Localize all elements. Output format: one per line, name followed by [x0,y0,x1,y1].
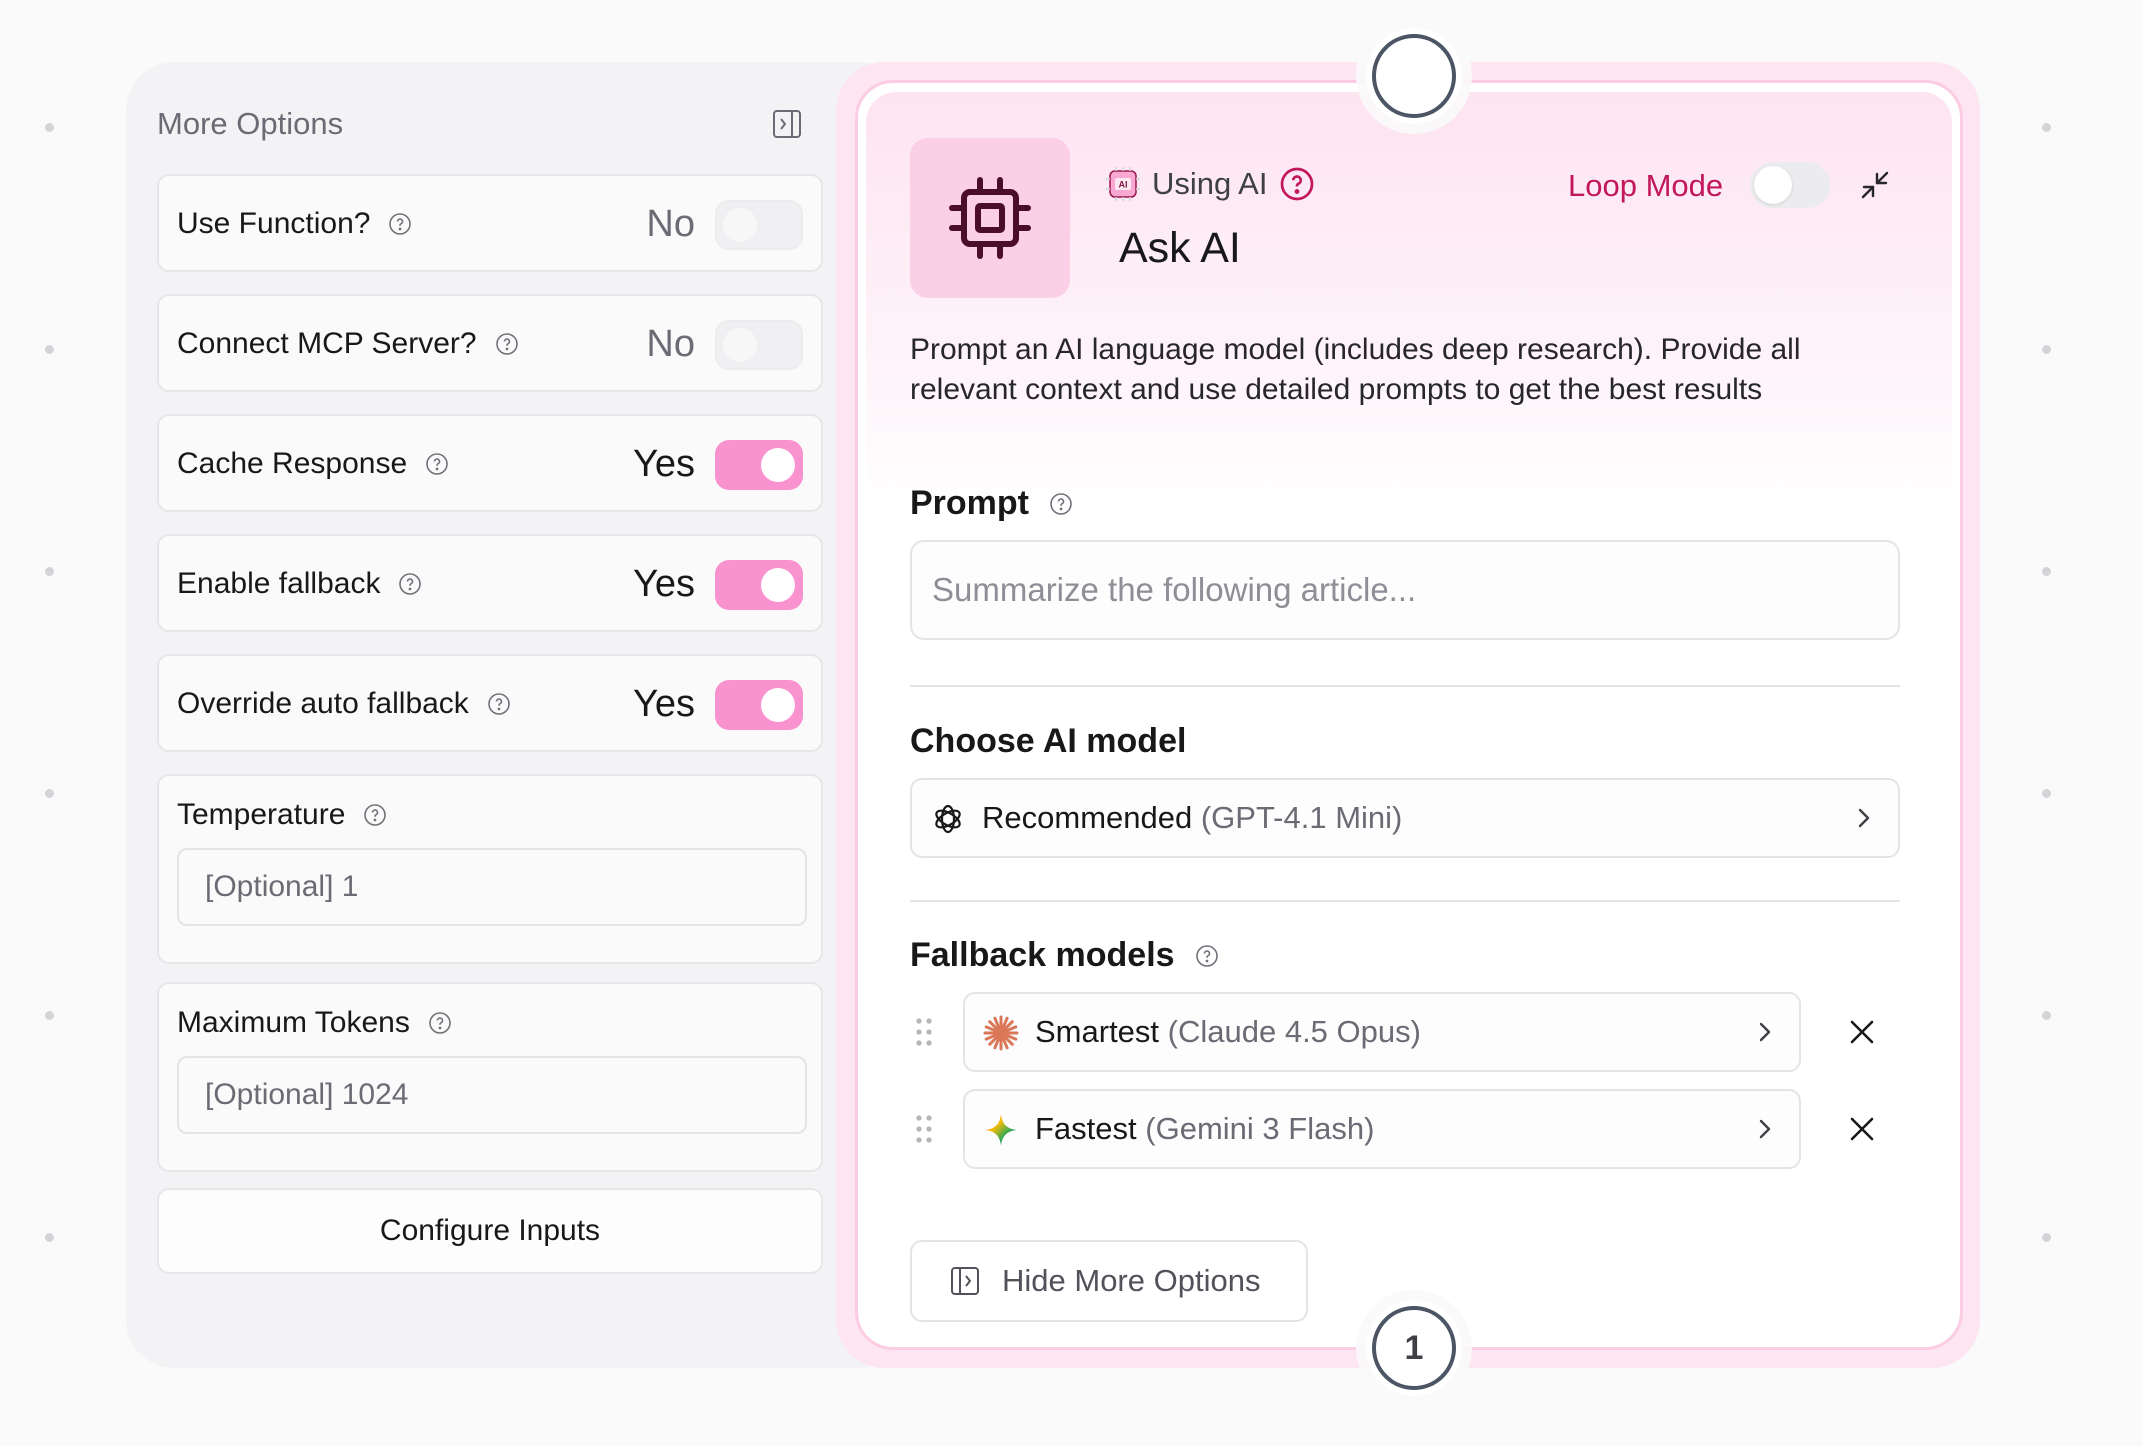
choose-model-label: Choose AI model [910,722,1187,760]
input-connection-handle[interactable] [1366,28,1462,124]
cache-response-row[interactable]: Cache Response Yes [157,414,823,512]
using-ai-row: AI Using AI [1106,166,1315,202]
remove-fallback-icon[interactable] [1846,1113,1878,1145]
enable-fallback-toggle[interactable] [715,560,803,610]
canvas-dot [2042,789,2051,798]
use-function-toggle[interactable] [715,200,803,250]
max-tokens-label: Maximum Tokens [177,1006,410,1039]
connect-mcp-value: No [646,323,695,365]
fallback-models-label: Fallback models [910,936,1175,974]
help-icon[interactable] [428,1011,452,1035]
canvas-dot [2042,1011,2051,1020]
remove-fallback-icon[interactable] [1846,1016,1878,1048]
divider [910,900,1900,902]
connect-mcp-row[interactable]: Connect MCP Server? No [157,294,823,392]
model-name: Recommended [982,800,1193,835]
configure-inputs-button[interactable]: Configure Inputs [157,1188,823,1274]
collapse-panel-icon[interactable] [772,109,802,139]
hide-more-options-button[interactable]: Hide More Options [910,1240,1308,1322]
max-tokens-card: Maximum Tokens [Optional] 1024 [157,982,823,1172]
using-ai-label: Using AI [1152,166,1268,201]
loop-mode-toggle[interactable] [1750,162,1830,208]
svg-text:AI: AI [1119,180,1128,190]
help-icon[interactable] [487,692,511,716]
chevron-right-icon [1759,1022,1771,1042]
prompt-input[interactable]: Summarize the following article... [910,540,1900,640]
max-tokens-input[interactable]: [Optional] 1024 [177,1056,807,1134]
use-function-row[interactable]: Use Function? No [157,174,823,272]
ai-badge-icon: AI [1106,167,1140,201]
canvas-dot [45,567,54,576]
canvas-dot [2042,123,2051,132]
connect-mcp-toggle[interactable] [715,320,803,370]
enable-fallback-label: Enable fallback [177,567,381,600]
gemini-icon [985,1114,1017,1146]
node-title: Ask AI [1119,224,1241,272]
help-icon[interactable] [495,332,519,356]
divider [910,685,1900,687]
enable-fallback-value: Yes [633,563,695,605]
canvas-dot [2042,1233,2051,1242]
help-icon[interactable] [363,803,387,827]
enable-fallback-row[interactable]: Enable fallback Yes [157,534,823,632]
cache-response-value: Yes [633,443,695,485]
use-function-value: No [646,203,695,245]
fallback-model-detail: (Gemini 3 Flash) [1145,1111,1375,1146]
fallback-model-select[interactable]: Smartest (Claude 4.5 Opus) [963,992,1801,1072]
connect-mcp-label: Connect MCP Server? [177,327,477,360]
output-connection-handle[interactable]: 1 [1366,1300,1462,1396]
cache-response-toggle[interactable] [715,440,803,490]
override-auto-fallback-label: Override auto fallback [177,687,469,720]
loop-mode-label: Loop Mode [1568,168,1724,203]
canvas-dot [2042,345,2051,354]
panel-expand-icon [951,1267,979,1295]
canvas-dot [45,345,54,354]
canvas-dot [45,123,54,132]
fallback-model-detail: (Claude 4.5 Opus) [1167,1014,1421,1049]
cpu-chip-icon [949,177,1031,259]
canvas-dot [45,789,54,798]
canvas-dot [45,1233,54,1242]
chip-tile [910,138,1070,298]
fallback-model-name: Fastest [1035,1111,1137,1146]
help-icon[interactable] [1049,492,1073,516]
canvas-dot [45,1011,54,1020]
temperature-card: Temperature [Optional] 1 [157,774,823,964]
override-auto-fallback-toggle[interactable] [715,680,803,730]
node-description: Prompt an AI language model (includes de… [910,333,1801,406]
openai-icon [935,804,961,834]
help-icon[interactable] [425,452,449,476]
temperature-label: Temperature [177,798,346,831]
help-icon[interactable] [1279,166,1315,202]
fallback-model-name: Smartest [1035,1014,1160,1049]
ask-ai-node: AI Using AI Ask AI Loop Mode Prompt an A… [866,92,1952,1346]
claude-icon [983,1015,1019,1051]
temperature-input[interactable]: [Optional] 1 [177,848,807,926]
help-icon[interactable] [398,572,422,596]
drag-handle-icon[interactable] [913,1016,935,1048]
override-auto-fallback-row[interactable]: Override auto fallback Yes [157,654,823,752]
prompt-label: Prompt [910,484,1029,522]
help-icon[interactable] [388,212,412,236]
minimize-icon[interactable] [1860,170,1890,200]
cache-response-label: Cache Response [177,447,408,480]
model-detail: (GPT-4.1 Mini) [1200,800,1403,835]
use-function-label: Use Function? [177,207,371,240]
help-icon[interactable] [1195,944,1219,968]
hide-more-options-label: Hide More Options [1002,1263,1261,1298]
chevron-right-icon [1759,1119,1771,1139]
more-options-panel: More Options Use Function? No Connect MC… [126,62,906,1368]
ai-model-select[interactable]: Recommended (GPT-4.1 Mini) [910,778,1900,858]
override-auto-fallback-value: Yes [633,683,695,725]
chevron-right-icon [1858,808,1870,828]
step-number: 1 [1372,1306,1456,1390]
more-options-title: More Options [157,106,344,141]
fallback-model-select[interactable]: Fastest (Gemini 3 Flash) [963,1089,1801,1169]
drag-handle-icon[interactable] [913,1113,935,1145]
canvas-dot [2042,567,2051,576]
